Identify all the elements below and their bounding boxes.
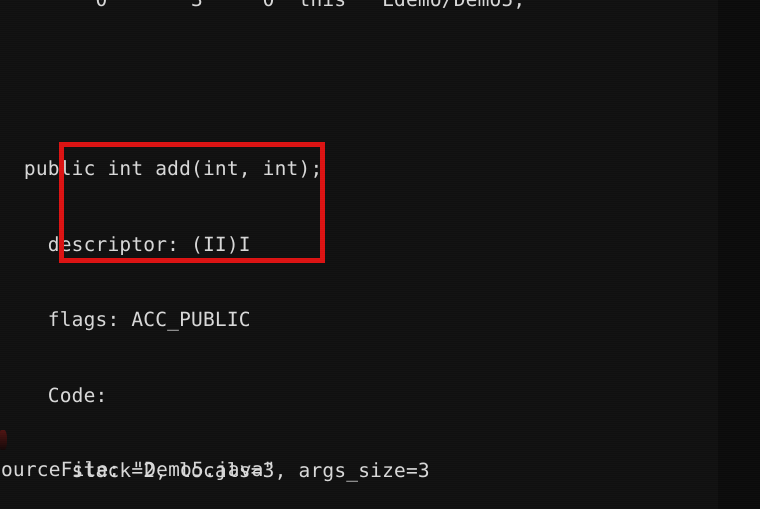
- console-line-sourcefile: SourceFile: "Demo5.java": [0, 458, 276, 481]
- console-line-code-header: Code:: [0, 383, 108, 407]
- console-line-descriptor: descriptor: (II)I: [0, 232, 251, 256]
- console-line-clipped-top: 0 3 0 this Ldemo/Demo5;: [0, 0, 760, 12]
- red-smudge-artifact: [0, 430, 7, 450]
- console-line-flags: flags: ACC_PUBLIC: [0, 308, 251, 332]
- console-line-block: public int add(int, int); descriptor: (I…: [0, 30, 760, 509]
- terminal-window: 0 3 0 this Ldemo/Demo5; public int add(i…: [0, 0, 760, 509]
- console-output[interactable]: 0 3 0 this Ldemo/Demo5; public int add(i…: [0, 0, 760, 509]
- console-line-method-signature: public int add(int, int);: [0, 157, 323, 180]
